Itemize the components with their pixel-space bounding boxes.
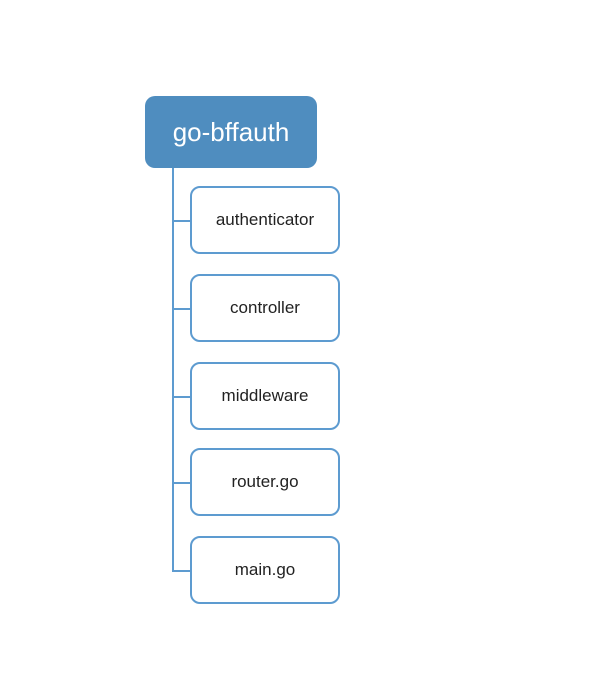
tree-root-label: go-bffauth <box>173 117 290 148</box>
tree-child-label: authenticator <box>216 210 314 230</box>
tree-child-node: main.go <box>190 536 340 604</box>
tree-child-label: router.go <box>231 472 298 492</box>
tree-branch-connector <box>172 396 190 398</box>
tree-child-label: main.go <box>235 560 295 580</box>
tree-branch-connector <box>172 570 190 572</box>
tree-trunk-connector <box>172 168 174 570</box>
tree-child-node: router.go <box>190 448 340 516</box>
tree-branch-connector <box>172 220 190 222</box>
tree-branch-connector <box>172 482 190 484</box>
tree-child-label: middleware <box>222 386 309 406</box>
tree-child-node: authenticator <box>190 186 340 254</box>
tree-branch-connector <box>172 308 190 310</box>
tree-child-node: controller <box>190 274 340 342</box>
tree-child-node: middleware <box>190 362 340 430</box>
tree-child-label: controller <box>230 298 300 318</box>
tree-root-node: go-bffauth <box>145 96 317 168</box>
